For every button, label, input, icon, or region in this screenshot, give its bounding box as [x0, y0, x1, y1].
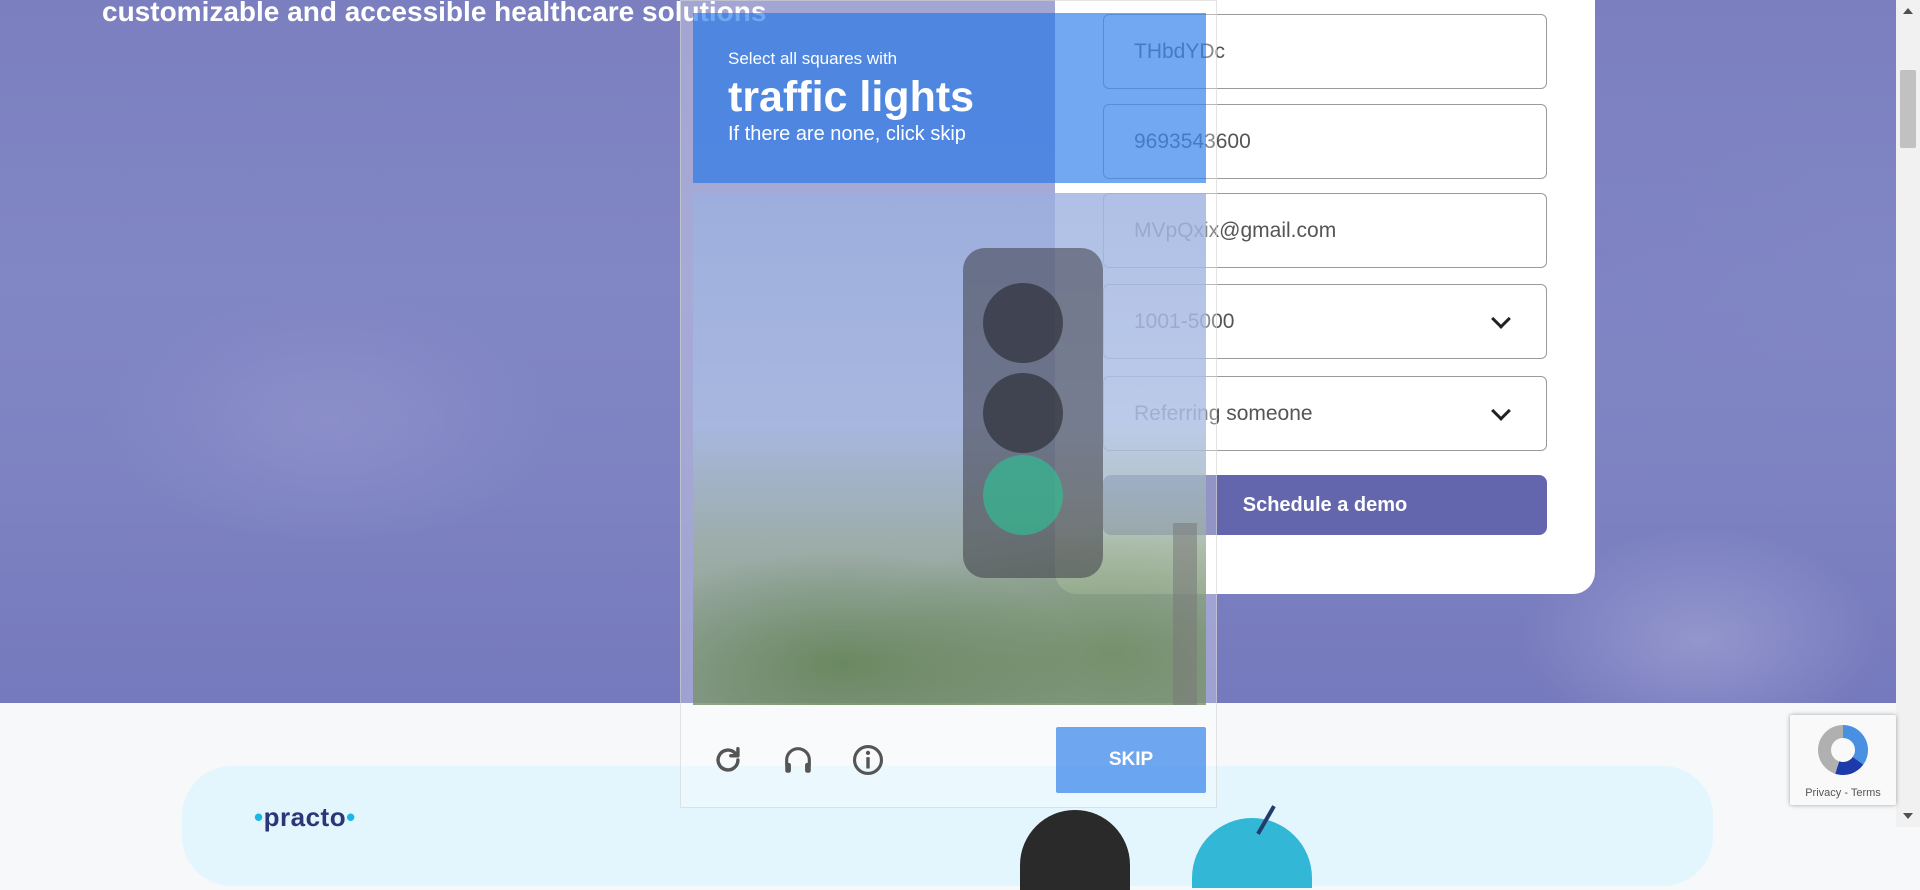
- captcha-tile[interactable]: [822, 451, 947, 576]
- captcha-tile[interactable]: [952, 580, 1077, 705]
- captcha-tile[interactable]: [1081, 451, 1206, 576]
- person-illustration: [1020, 810, 1130, 890]
- captcha-tile[interactable]: [822, 322, 947, 447]
- page-scrollbar[interactable]: [1896, 0, 1920, 827]
- headphones-icon[interactable]: [781, 743, 815, 777]
- practo-logo-text: practo: [263, 802, 347, 832]
- scroll-up-arrow-icon[interactable]: [1903, 8, 1913, 14]
- captcha-tile[interactable]: [1081, 322, 1206, 447]
- recaptcha-links[interactable]: Privacy - Terms: [1790, 787, 1896, 799]
- hero-title: customizable and accessible healthcare s…: [102, 0, 767, 27]
- captcha-tile[interactable]: [822, 193, 947, 318]
- plant-illustration: [1192, 818, 1312, 888]
- recaptcha-badge[interactable]: Privacy - Terms: [1790, 715, 1896, 805]
- captcha-tile[interactable]: [822, 580, 947, 705]
- captcha-image-grid: [693, 193, 1206, 705]
- practo-logo: •practo•: [254, 802, 356, 832]
- captcha-header: Select all squares with traffic lights I…: [693, 13, 1206, 183]
- captcha-challenge: Select all squares with traffic lights I…: [680, 0, 1217, 808]
- skip-button[interactable]: SKIP: [1056, 727, 1206, 793]
- captcha-tile[interactable]: [693, 193, 818, 318]
- captcha-tile[interactable]: [693, 580, 818, 705]
- captcha-tile[interactable]: [1081, 580, 1206, 705]
- recaptcha-logo-icon: [1818, 725, 1868, 775]
- captcha-tile[interactable]: [693, 322, 818, 447]
- scrollbar-thumb[interactable]: [1900, 70, 1916, 148]
- scroll-down-arrow-icon[interactable]: [1903, 813, 1913, 819]
- captcha-footer: SKIP: [681, 709, 1216, 809]
- chevron-down-icon: [1491, 308, 1511, 329]
- captcha-tile[interactable]: [952, 322, 1077, 447]
- captcha-instruction: Select all squares with: [728, 49, 898, 68]
- captcha-tile[interactable]: [1081, 193, 1206, 318]
- captcha-tile[interactable]: [952, 193, 1077, 318]
- chevron-down-icon: [1491, 400, 1511, 421]
- reload-icon[interactable]: [711, 743, 745, 777]
- captcha-hint: If there are none, click skip: [728, 123, 966, 145]
- captcha-tile[interactable]: [693, 451, 818, 576]
- info-icon[interactable]: [851, 743, 885, 777]
- captcha-tile[interactable]: [952, 451, 1077, 576]
- captcha-target: traffic lights: [728, 73, 975, 121]
